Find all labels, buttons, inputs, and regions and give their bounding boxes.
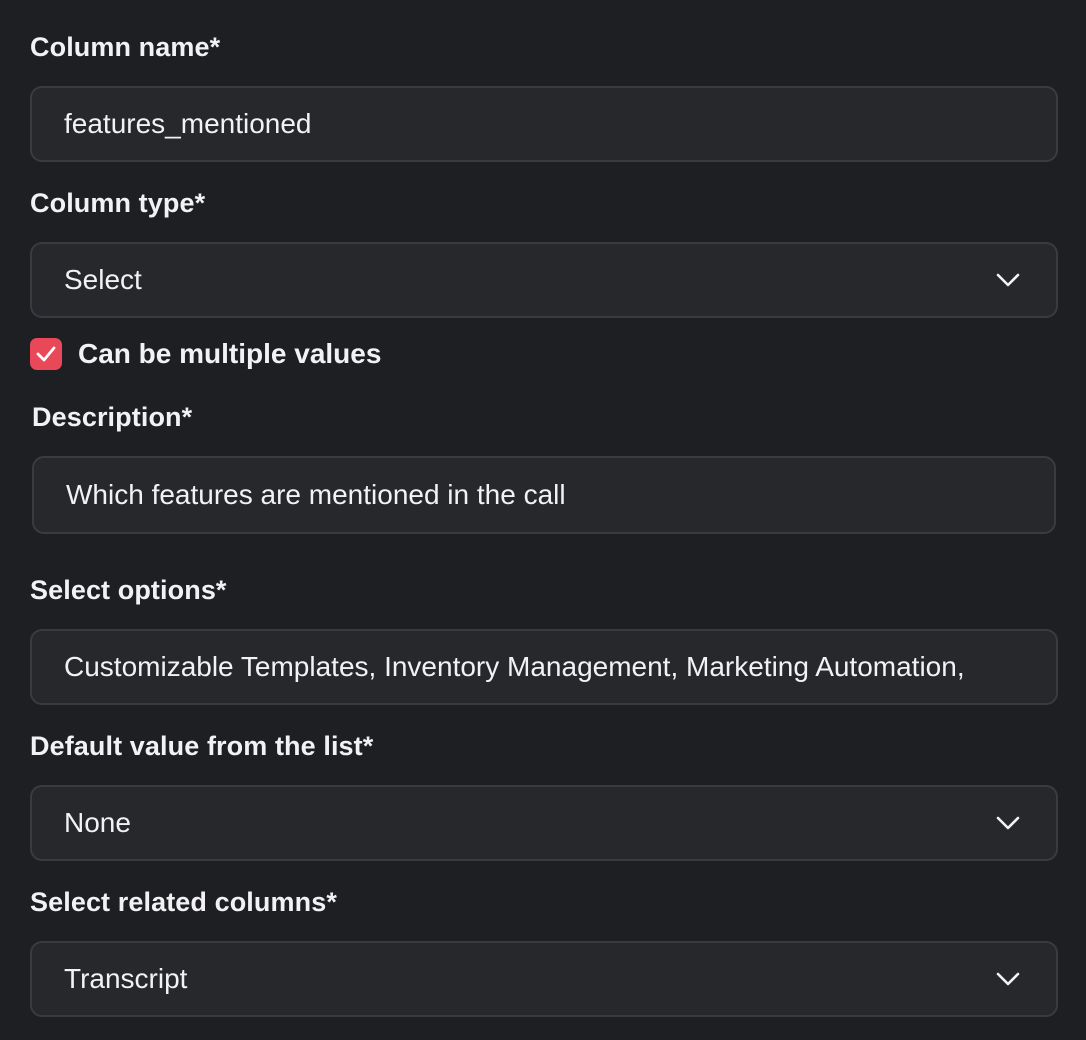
select-options-input[interactable]: Customizable Templates, Inventory Manage…	[30, 629, 1058, 705]
description-value: Which features are mentioned in the call	[66, 479, 566, 510]
default-value-select[interactable]: None	[30, 785, 1058, 861]
description-label: Description*	[32, 402, 193, 432]
column-name-input[interactable]: features_mentioned	[30, 86, 1058, 162]
column-name-label: Column name*	[30, 32, 221, 62]
default-value-label: Default value from the list*	[30, 731, 374, 761]
multiple-values-label[interactable]: Can be multiple values	[78, 337, 381, 371]
related-columns-value: Transcript	[64, 963, 188, 994]
chevron-down-icon	[996, 273, 1020, 287]
select-options-label: Select options*	[30, 575, 227, 605]
select-options-value: Customizable Templates, Inventory Manage…	[64, 651, 965, 682]
default-value-value: None	[64, 807, 131, 838]
chevron-down-icon	[996, 972, 1020, 986]
chevron-down-icon	[996, 816, 1020, 830]
description-input[interactable]: Which features are mentioned in the call	[32, 456, 1056, 534]
column-type-label: Column type*	[30, 188, 206, 218]
column-name-value: features_mentioned	[64, 108, 312, 139]
column-type-select[interactable]: Select	[30, 242, 1058, 318]
checkmark-icon	[36, 346, 56, 362]
related-columns-select[interactable]: Transcript	[30, 941, 1058, 1017]
multiple-values-checkbox[interactable]	[30, 338, 62, 370]
related-columns-label: Select related columns*	[30, 887, 337, 917]
column-type-value: Select	[64, 264, 142, 295]
